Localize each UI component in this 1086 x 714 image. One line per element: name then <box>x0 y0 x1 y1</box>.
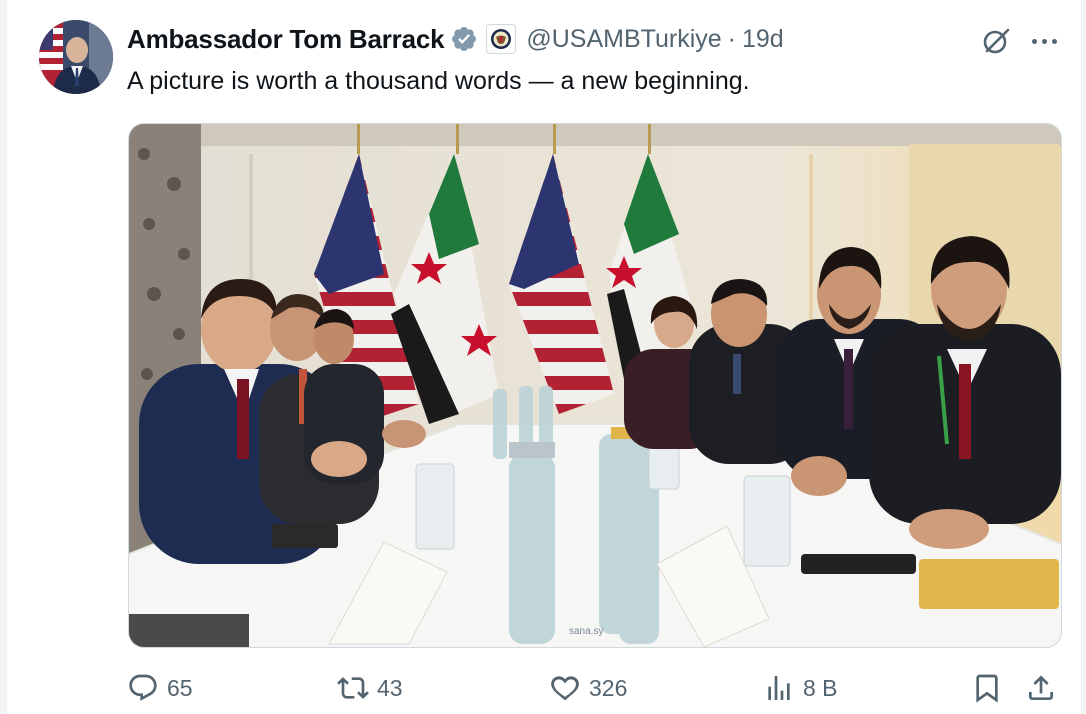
photo-watermark: sana.sy <box>569 626 603 637</box>
affiliation-badge-icon[interactable] <box>486 24 517 54</box>
meeting-photo: sana.sy <box>129 124 1061 647</box>
grok-icon[interactable] <box>979 24 1013 58</box>
bookmark-icon <box>976 674 998 703</box>
repost-count: 43 <box>377 674 403 701</box>
author-handle[interactable]: @USAMBTurkiye <box>526 25 721 54</box>
separator-dot: · <box>727 24 736 53</box>
like-count: 326 <box>589 674 628 701</box>
reply-button[interactable]: 65 <box>127 668 193 708</box>
tweet-card[interactable]: Ambassador Tom Barrack @USAMBTurkiye · 1… <box>6 0 1082 714</box>
author-name[interactable]: Ambassador Tom Barrack <box>127 24 445 55</box>
more-options-icon[interactable] <box>1027 24 1061 58</box>
views-button[interactable]: 8 B <box>763 668 838 708</box>
repost-icon <box>337 677 369 699</box>
reply-count: 65 <box>167 674 193 701</box>
avatar-image <box>39 20 113 94</box>
views-count: 8 B <box>803 674 838 701</box>
tweet-text: A picture is worth a thousand words — a … <box>127 67 750 95</box>
avatar[interactable] <box>39 20 113 94</box>
tweet-timestamp[interactable]: 19d <box>742 25 784 54</box>
tweet-header: Ambassador Tom Barrack @USAMBTurkiye · 1… <box>127 22 784 56</box>
share-icon <box>1029 675 1053 700</box>
views-icon <box>768 676 790 700</box>
like-button[interactable]: 326 <box>549 668 627 708</box>
tweet-photo[interactable]: sana.sy <box>128 123 1062 648</box>
reply-icon <box>129 674 157 701</box>
repost-button[interactable]: 43 <box>337 668 403 708</box>
action-bar: 65 43 326 8 B <box>127 668 1067 708</box>
share-button[interactable] <box>1025 668 1065 708</box>
verified-badge-icon[interactable] <box>450 25 478 53</box>
bookmark-button[interactable] <box>971 668 1011 708</box>
like-icon <box>551 676 579 701</box>
